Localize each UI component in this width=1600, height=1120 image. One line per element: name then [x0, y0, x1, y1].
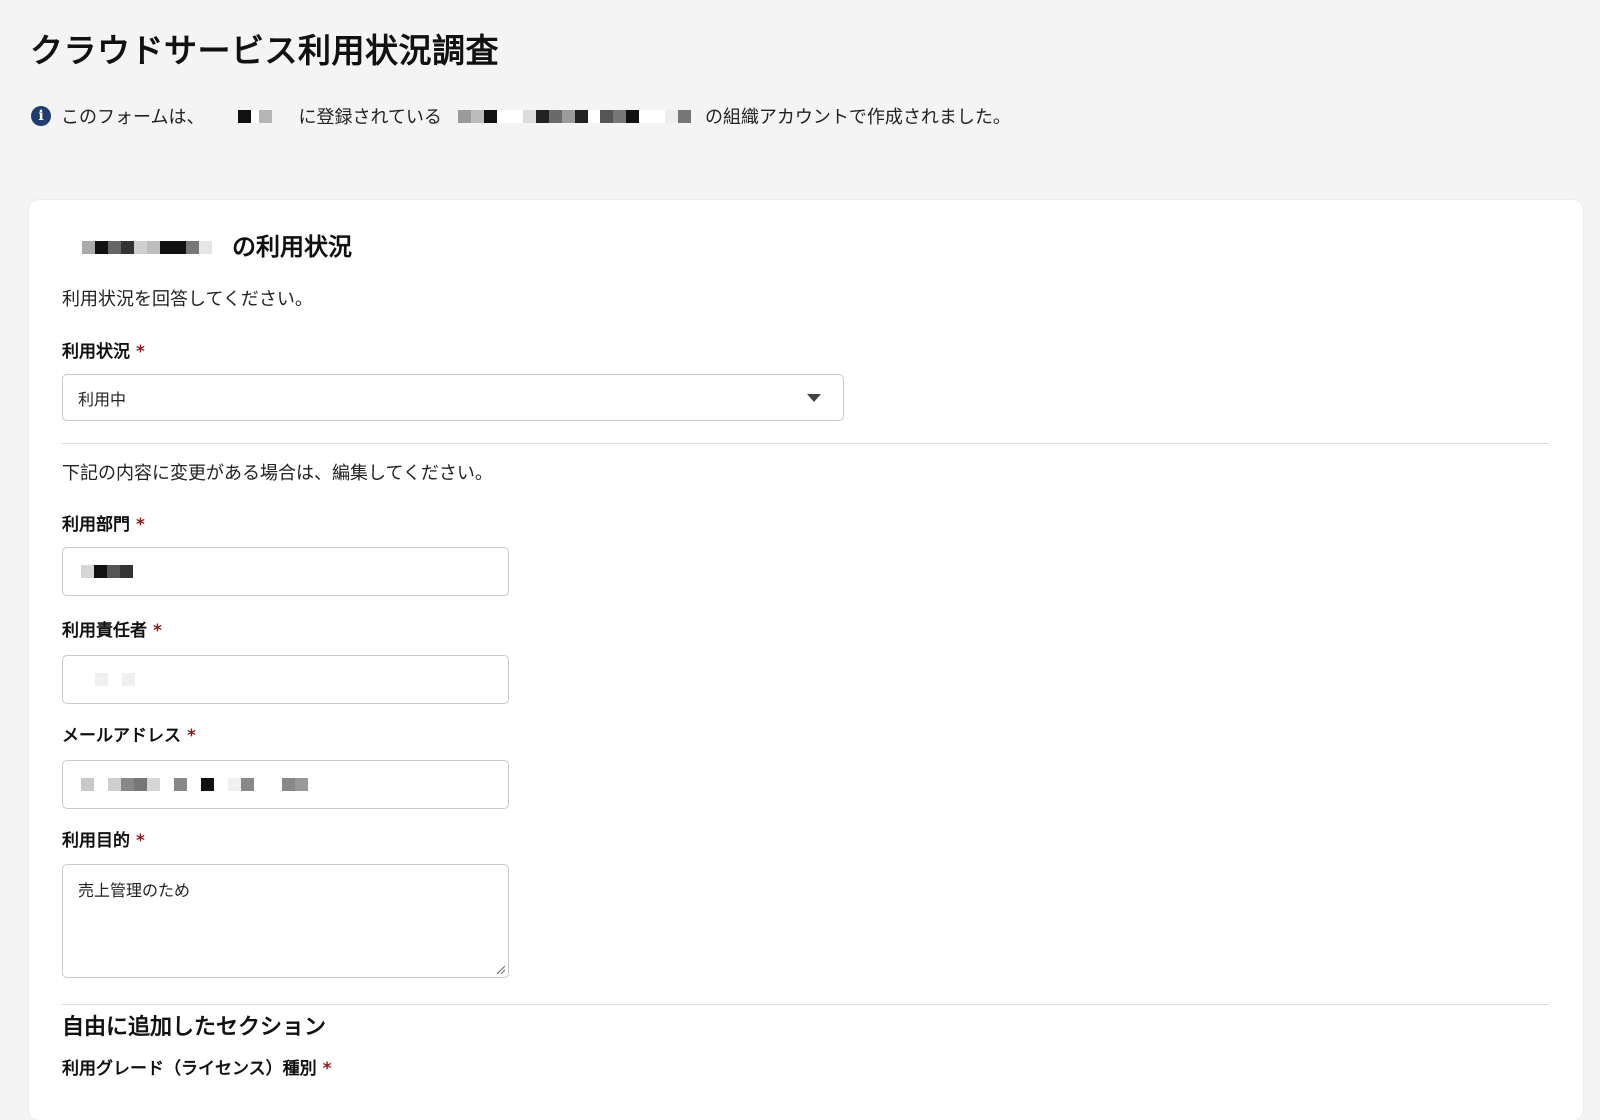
notice-middle: に登録されている [298, 107, 442, 128]
redacted-department-value [81, 565, 133, 578]
required-mark: * [187, 726, 196, 746]
divider [62, 443, 1549, 444]
info-circle-icon: i [31, 106, 51, 126]
purpose-label: 利用目的 * [62, 830, 145, 852]
survey-card: の利用状況 利用状況を回答してください。 利用状況 * 利用中 下記の内容に変更が… [29, 200, 1583, 1120]
owner-label-text: 利用責任者 [62, 621, 147, 641]
required-mark: * [153, 621, 162, 641]
notice-suffix: の組織アカウントで作成されました。 [704, 107, 1011, 128]
section-title-suffix: の利用状況 [232, 233, 352, 261]
redacted-email-value [81, 778, 308, 791]
department-label: 利用部門 * [62, 514, 145, 536]
email-label: メールアドレス * [62, 725, 196, 747]
custom-section-title: 自由に追加したセクション [62, 1015, 327, 1040]
usage-status-value: 利用中 [78, 389, 127, 409]
required-mark: * [136, 342, 145, 362]
department-label-text: 利用部門 [62, 515, 130, 535]
department-field[interactable] [62, 547, 509, 596]
resize-grip-icon[interactable] [495, 964, 505, 974]
section-title: の利用状況 [82, 232, 352, 262]
required-mark: * [136, 515, 145, 535]
chevron-down-icon [807, 394, 821, 402]
required-mark: * [322, 1059, 332, 1079]
usage-status-label-text: 利用状況 [62, 342, 130, 362]
redacted-service-name-heading [82, 240, 212, 254]
notice-prefix: このフォームは、 [61, 107, 205, 128]
divider [62, 1004, 1549, 1005]
email-label-text: メールアドレス [62, 726, 181, 746]
redacted-service-name [238, 109, 273, 123]
usage-status-label: 利用状況 * [62, 341, 145, 363]
edit-note: 下記の内容に変更がある場合は、編集してください。 [62, 463, 493, 484]
required-mark: * [136, 831, 145, 851]
purpose-label-text: 利用目的 [62, 831, 130, 851]
grade-label: 利用グレード（ライセンス）種別 * [62, 1058, 332, 1080]
section-description: 利用状況を回答してください。 [62, 289, 313, 310]
purpose-value: 売上管理のため [78, 881, 191, 900]
owner-field[interactable] [62, 655, 509, 704]
form-owner-notice: i このフォームは、 に登録されている の組織アカウントで作成されました。 [31, 103, 1011, 129]
usage-status-select[interactable]: 利用中 [62, 374, 844, 421]
page-title: クラウドサービス利用状況調査 [30, 31, 499, 70]
email-field[interactable] [62, 760, 509, 809]
owner-label: 利用責任者 * [62, 620, 162, 642]
redacted-organization-name [457, 109, 691, 123]
purpose-textarea[interactable]: 売上管理のため [62, 864, 509, 978]
redacted-owner-value [95, 673, 135, 686]
grade-label-text: 利用グレード（ライセンス）種別 [62, 1059, 317, 1079]
